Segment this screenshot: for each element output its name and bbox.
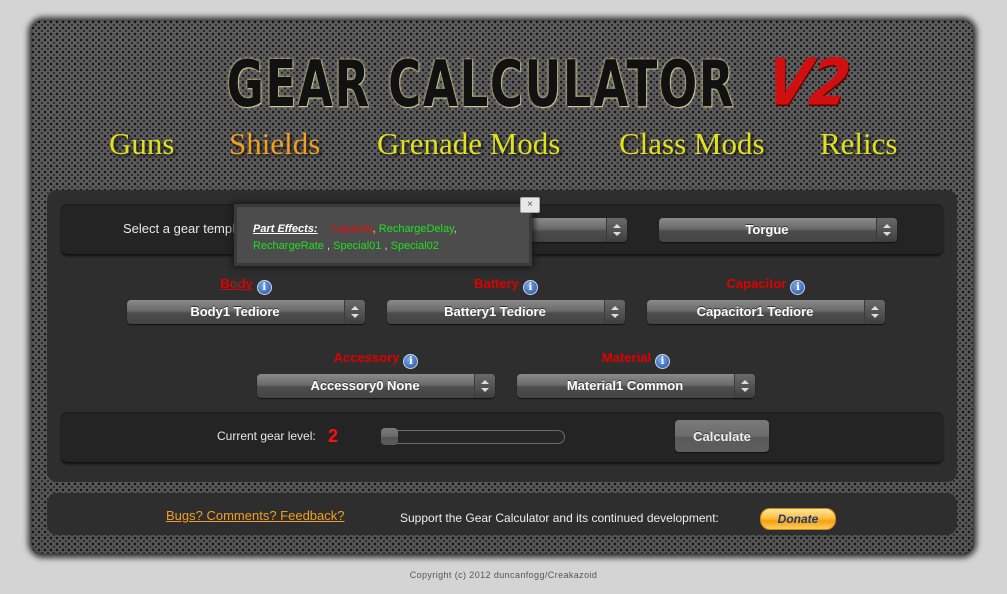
material-value: Material1 Common: [566, 378, 684, 393]
footer-bar: Bugs? Comments? Feedback? Support the Ge…: [47, 493, 957, 535]
capacitor-value: Capacitor1 Tediore: [696, 304, 814, 319]
nav-guns[interactable]: Guns: [109, 126, 174, 162]
manufacturer-select[interactable]: Torgue: [659, 218, 897, 242]
main-nav: Guns Shields Grenade Mods Class Mods Rel…: [31, 126, 974, 170]
effect-recharge-rate: RechargeRate: [253, 240, 324, 252]
main-frame: GEAR CALCULATOR V2 Guns Shields Grenade M…: [31, 20, 974, 555]
select-arrows-icon: [344, 300, 365, 324]
close-icon[interactable]: ×: [520, 197, 540, 213]
slider-handle[interactable]: [381, 428, 398, 445]
nav-relics[interactable]: Relics: [820, 126, 898, 162]
battery-select[interactable]: Battery1 Tediore: [387, 300, 625, 324]
effect-special02: Special02: [390, 240, 439, 252]
separator: ,: [381, 240, 391, 252]
separator: ,: [323, 240, 334, 252]
select-arrows-icon: [734, 374, 755, 398]
nav-grenade-mods[interactable]: Grenade Mods: [377, 126, 560, 162]
part-effects-tooltip: Part Effects: Capacity, RechargeDelay, R…: [234, 204, 532, 266]
calculate-button[interactable]: Calculate: [675, 420, 769, 452]
gear-level-slider[interactable]: [381, 428, 565, 445]
battery-label-text[interactable]: Battery: [474, 276, 519, 291]
tooltip-tail: [234, 282, 242, 290]
logo-title: GEAR CALCULATOR: [227, 46, 736, 122]
body-select[interactable]: Body1 Tediore: [127, 300, 365, 324]
info-icon[interactable]: i: [790, 280, 806, 295]
battery-label: Battery i: [387, 276, 625, 295]
select-arrows-icon: [864, 300, 885, 324]
info-icon[interactable]: i: [522, 280, 538, 295]
gear-level-label: Current gear level:: [217, 429, 316, 443]
select-arrows-icon: [604, 300, 625, 324]
select-arrows-icon: [474, 374, 495, 398]
accessory-label-text[interactable]: Accessory: [334, 350, 400, 365]
support-text: Support the Gear Calculator and its cont…: [400, 511, 719, 525]
effect-capacity: Capacity: [330, 223, 373, 235]
feedback-link[interactable]: Bugs? Comments? Feedback?: [166, 508, 344, 523]
material-label-text[interactable]: Material: [602, 350, 651, 365]
separator: ,: [453, 223, 457, 235]
donate-button[interactable]: Donate: [760, 508, 836, 530]
accessory-value: Accessory0 None: [310, 378, 420, 393]
info-icon[interactable]: i: [256, 280, 272, 295]
manufacturer-value: Torgue: [745, 222, 789, 237]
material-select[interactable]: Material1 Common: [517, 374, 755, 398]
capacitor-select[interactable]: Capacitor1 Tediore: [647, 300, 885, 324]
select-arrows-icon: [876, 218, 897, 242]
logo-version: V2: [762, 46, 855, 121]
body-value: Body1 Tediore: [190, 304, 280, 319]
nav-shields[interactable]: Shields: [229, 126, 320, 162]
material-label: Material i: [517, 350, 755, 369]
capacitor-label-text[interactable]: Capacitor: [727, 276, 787, 291]
info-icon[interactable]: i: [403, 354, 419, 369]
level-row: Current gear level: 2 Calculate: [61, 412, 943, 462]
logo: GEAR CALCULATOR V2: [31, 44, 974, 124]
info-icon[interactable]: i: [655, 354, 671, 369]
accessory-label: Accessory i: [257, 350, 495, 369]
accessory-select[interactable]: Accessory0 None: [257, 374, 495, 398]
nav-class-mods[interactable]: Class Mods: [619, 126, 765, 162]
copyright: Copyright (c) 2012 duncanfogg/Creakazoid: [409, 570, 598, 580]
select-arrows-icon: [606, 218, 627, 242]
effect-recharge-delay: RechargeDelay: [378, 223, 454, 235]
capacitor-label: Capacitor i: [647, 276, 885, 295]
gear-level-value: 2: [328, 426, 339, 446]
tooltip-title: Part Effects:: [253, 223, 318, 235]
battery-value: Battery1 Tediore: [444, 304, 546, 319]
effect-special01: Special01: [333, 240, 382, 252]
body-label: Body i: [127, 276, 365, 295]
